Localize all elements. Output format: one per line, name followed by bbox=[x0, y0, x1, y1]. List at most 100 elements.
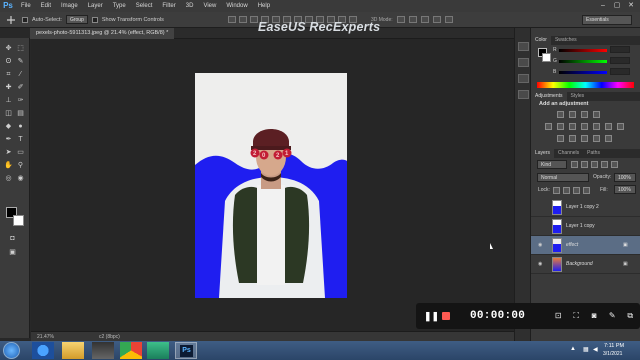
visibility-toggle[interactable] bbox=[538, 223, 544, 229]
kind-filter-dropdown[interactable]: Kind bbox=[537, 160, 567, 169]
lock-pixels-icon[interactable] bbox=[563, 187, 570, 194]
maximize-button[interactable]: ▢ bbox=[610, 0, 624, 12]
lock-position-icon[interactable] bbox=[573, 187, 580, 194]
clone-stamp-icon[interactable]: ⊥ bbox=[4, 96, 13, 105]
screenshot-icon[interactable]: ◙ bbox=[589, 311, 599, 321]
menu-image[interactable]: Image bbox=[56, 0, 83, 12]
hue-saturation-icon[interactable] bbox=[557, 123, 564, 130]
blur-tool-icon[interactable]: ◆ bbox=[4, 122, 13, 131]
filter-pixel-icon[interactable] bbox=[571, 161, 578, 168]
green-slider[interactable]: G bbox=[553, 57, 634, 64]
3d-rotate-icon[interactable] bbox=[396, 16, 405, 23]
layer-row[interactable]: ◉ Background ▣ bbox=[531, 255, 640, 274]
menu-help[interactable]: Help bbox=[253, 0, 275, 12]
tab-channels[interactable]: Channels bbox=[554, 149, 583, 158]
move-tool-icon[interactable]: ✥ bbox=[4, 44, 13, 53]
tab-paths[interactable]: Paths bbox=[583, 149, 604, 158]
file-explorer-icon[interactable] bbox=[62, 342, 84, 359]
layer-row[interactable]: ◉ effect ▣ bbox=[531, 236, 640, 255]
stop-button[interactable] bbox=[442, 312, 450, 320]
menu-type[interactable]: Type bbox=[108, 0, 131, 12]
paragraph-panel-icon[interactable] bbox=[518, 90, 529, 99]
layer-row[interactable]: Layer 1 copy bbox=[531, 217, 640, 236]
document-info[interactable]: c2 (8bpc) bbox=[99, 334, 120, 340]
menu-filter[interactable]: Filter bbox=[157, 0, 180, 12]
eye-icon[interactable]: ◉ bbox=[538, 261, 544, 267]
chrome-icon[interactable] bbox=[120, 342, 142, 359]
3d-scale-icon[interactable] bbox=[444, 16, 453, 23]
color-lookup-icon[interactable] bbox=[617, 123, 624, 130]
clock-time[interactable]: 7:11 PM bbox=[604, 343, 624, 349]
tab-styles[interactable]: Styles bbox=[567, 92, 589, 101]
tab-layers[interactable]: Layers bbox=[531, 149, 555, 158]
opacity-field[interactable]: 100% bbox=[614, 173, 636, 182]
document-canvas[interactable]: 2021 bbox=[195, 73, 347, 298]
threshold-icon[interactable] bbox=[581, 135, 588, 142]
selective-color-icon[interactable] bbox=[605, 135, 612, 142]
menu-select[interactable]: Select bbox=[131, 0, 158, 12]
move-tool-icon[interactable] bbox=[4, 15, 18, 25]
curves-icon[interactable] bbox=[581, 111, 588, 118]
align-top-icon[interactable] bbox=[227, 16, 236, 23]
gradient-tool-icon[interactable]: ▤ bbox=[16, 109, 25, 118]
document-tab[interactable]: pexels-photo-5911313.jpeg @ 21.4% (effec… bbox=[30, 28, 175, 39]
app-icon[interactable] bbox=[147, 342, 169, 359]
blue-value-field[interactable] bbox=[610, 68, 630, 75]
auto-select-dropdown[interactable]: Group bbox=[65, 15, 88, 24]
lock-all-icon[interactable] bbox=[583, 187, 590, 194]
network-icon[interactable]: ▦ bbox=[583, 346, 591, 354]
channel-mixer-icon[interactable] bbox=[605, 123, 612, 130]
photo-filter-icon[interactable] bbox=[593, 123, 600, 130]
menu-edit[interactable]: Edit bbox=[36, 0, 56, 12]
zoom-readout[interactable]: 21.47% bbox=[37, 334, 54, 340]
align-middle-icon[interactable] bbox=[238, 16, 247, 23]
pen-tool-icon[interactable]: ✒ bbox=[4, 135, 13, 144]
gradient-map-icon[interactable] bbox=[593, 135, 600, 142]
media-player-icon[interactable] bbox=[92, 342, 114, 359]
red-slider[interactable]: R bbox=[553, 46, 634, 53]
menu-3d[interactable]: 3D bbox=[181, 0, 199, 12]
history-brush-icon[interactable]: ✑ bbox=[16, 96, 25, 105]
minimize-recorder-icon[interactable]: ⧉ bbox=[625, 311, 635, 321]
filter-type-icon[interactable] bbox=[591, 161, 598, 168]
menu-window[interactable]: Window bbox=[221, 0, 252, 12]
align-bottom-icon[interactable] bbox=[249, 16, 258, 23]
region-icon[interactable]: ⊡ bbox=[553, 311, 563, 321]
quick-mask-icon[interactable]: ◘ bbox=[8, 234, 17, 243]
minimize-button[interactable]: – bbox=[596, 0, 610, 12]
black-white-icon[interactable] bbox=[581, 123, 588, 130]
vibrance-icon[interactable] bbox=[545, 123, 552, 130]
volume-icon[interactable]: ◀ bbox=[593, 346, 601, 354]
hand-tool-icon[interactable]: ✋ bbox=[4, 161, 13, 170]
background-color-swatch[interactable] bbox=[13, 215, 24, 226]
properties-panel-icon[interactable] bbox=[518, 58, 529, 67]
red-value-field[interactable] bbox=[610, 46, 630, 53]
eyedropper-tool-icon[interactable]: ⁄ bbox=[16, 70, 25, 79]
pause-button[interactable]: ❚❚ bbox=[424, 310, 439, 322]
marquee-tool-icon[interactable]: ⬚ bbox=[16, 44, 25, 53]
screen-mode-icon[interactable]: ▣ bbox=[8, 248, 17, 257]
blue-slider[interactable]: B bbox=[553, 68, 634, 75]
brightness-icon[interactable] bbox=[557, 111, 564, 118]
path-select-icon[interactable]: ➤ bbox=[4, 148, 13, 157]
menu-view[interactable]: View bbox=[198, 0, 221, 12]
zoom-tool-icon[interactable]: ⚲ bbox=[16, 161, 25, 170]
lock-transparent-icon[interactable] bbox=[553, 187, 560, 194]
internet-explorer-icon[interactable] bbox=[32, 342, 54, 359]
filter-adjustment-icon[interactable] bbox=[581, 161, 588, 168]
tab-swatches[interactable]: Swatches bbox=[551, 36, 581, 45]
photoshop-taskbar-icon[interactable]: Ps bbox=[175, 342, 197, 359]
transform-controls-checkbox[interactable] bbox=[91, 16, 98, 23]
healing-brush-icon[interactable]: ✚ bbox=[4, 83, 13, 92]
tab-adjustments[interactable]: Adjustments bbox=[531, 92, 567, 101]
3d-camera-icon[interactable]: ◉ bbox=[16, 174, 25, 183]
filter-smart-icon[interactable] bbox=[611, 161, 618, 168]
clock-date[interactable]: 3/1/2021 bbox=[603, 351, 622, 357]
shape-tool-icon[interactable]: ▭ bbox=[16, 148, 25, 157]
brush-tool-icon[interactable]: ✐ bbox=[16, 83, 25, 92]
posterize-icon[interactable] bbox=[569, 135, 576, 142]
3d-object-icon[interactable]: ◎ bbox=[4, 174, 13, 183]
workspace-dropdown[interactable]: Essentials bbox=[582, 15, 632, 25]
auto-select-checkbox[interactable] bbox=[22, 16, 28, 23]
lasso-tool-icon[interactable]: ʘ bbox=[4, 57, 13, 66]
